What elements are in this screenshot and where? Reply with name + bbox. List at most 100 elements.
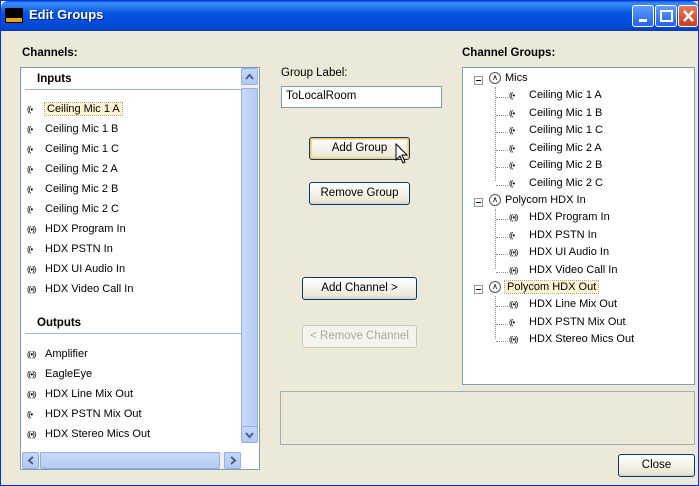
tree-channel-node[interactable]: ((•)) HDX Stereo Mics Out <box>509 333 634 350</box>
chevron-up-icon <box>245 73 254 80</box>
tree-channel-node[interactable]: ((•)) HDX Video Call In <box>509 264 617 281</box>
tree-channel-node[interactable]: ((• HDX PSTN Mix Out <box>509 316 626 333</box>
scroll-down-button[interactable] <box>241 426 258 443</box>
collapse-toggle[interactable] <box>474 285 483 294</box>
collapse-toggle[interactable] <box>474 198 483 207</box>
list-item[interactable]: ((•)) HDX Line Mix Out <box>27 386 136 404</box>
speaker-signal-icon: ((•)) <box>27 370 36 379</box>
tree-group-node[interactable]: ∧ Polycom HDX In <box>489 194 586 211</box>
speaker-signal-icon: ((• <box>509 230 515 240</box>
list-item-label: HDX UI Audio In <box>45 263 126 275</box>
chevron-right-icon <box>230 456 237 465</box>
tree-connector <box>496 306 508 307</box>
speaker-signal-icon: ((• <box>27 205 33 214</box>
list-item[interactable]: ((•)) HDX Video Call In <box>27 281 136 299</box>
tree-channel-label: Ceiling Mic 1 A <box>529 89 602 101</box>
tree-group-node[interactable]: ∧ Polycom HDX Out <box>489 280 600 298</box>
tree-channel-label: Ceiling Mic 1 C <box>529 124 603 136</box>
add-channel-button[interactable]: Add Channel > <box>302 277 417 300</box>
channel-groups-tree[interactable]: ∧ Mics ((• Ceiling Mic 1 A ((• Ceiling Mic 1 … <box>462 67 695 385</box>
speaker-signal-icon: ((• <box>27 165 33 174</box>
channels-horizontal-scrollbar[interactable] <box>22 452 241 469</box>
title-bar[interactable]: Edit Groups <box>1 1 698 31</box>
horizontal-scroll-thumb[interactable] <box>40 452 220 469</box>
tree-channel-node[interactable]: ((• Ceiling Mic 1 A <box>509 89 602 106</box>
edit-groups-window: Edit Groups Channels: Inputs ((• Ceiling … <box>0 0 699 486</box>
tree-channel-node[interactable]: ((•)) HDX Line Mix Out <box>509 298 617 315</box>
list-item[interactable]: ((• HDX PSTN Mix Out <box>27 406 145 424</box>
list-item[interactable]: ((• Ceiling Mic 1 C <box>27 141 122 159</box>
speaker-signal-icon: ((• <box>27 245 33 254</box>
list-item[interactable]: ((•)) HDX UI Audio In <box>27 261 128 279</box>
speaker-signal-icon: ((•)) <box>509 213 518 222</box>
scroll-up-button[interactable] <box>241 68 258 85</box>
list-item[interactable]: ((• Ceiling Mic 1 B <box>27 121 121 139</box>
group-label-input[interactable]: ToLocalRoom <box>281 86 442 108</box>
group-icon: ∧ <box>489 72 501 85</box>
tree-connector <box>496 323 508 325</box>
tree-group-label: Polycom HDX Out <box>503 280 600 294</box>
list-item[interactable]: ((• Ceiling Mic 2 A <box>27 161 121 179</box>
speaker-signal-icon: ((•)) <box>509 248 518 257</box>
close-button[interactable]: Close <box>618 454 695 477</box>
close-window-button[interactable] <box>678 5 698 27</box>
tree-channel-label: Ceiling Mic 2 C <box>529 176 603 189</box>
tree-channel-node[interactable]: ((• Ceiling Mic 2 C <box>509 177 603 194</box>
channels-listbox[interactable]: Inputs ((• Ceiling Mic 1 A ((• Ceiling Mic … <box>20 67 260 470</box>
list-item[interactable]: ((•)) EagleEye <box>27 366 95 384</box>
tree-channel-node[interactable]: ((• Ceiling Mic 1 C <box>509 124 603 141</box>
speaker-signal-icon: ((• <box>509 178 515 188</box>
collapse-toggle[interactable] <box>474 76 483 85</box>
remove-channel-button[interactable]: < Remove Channel <box>302 325 417 348</box>
speaker-signal-icon: ((• <box>509 143 515 153</box>
list-item-label: HDX Line Mix Out <box>45 388 134 400</box>
speaker-signal-icon: ((• <box>27 410 33 419</box>
tree-channel-node[interactable]: ((•)) HDX UI Audio In <box>509 246 609 263</box>
list-item[interactable]: ((•)) Amplifier <box>27 346 91 364</box>
speaker-signal-icon: ((•)) <box>509 335 518 344</box>
tree-channel-label: HDX PSTN In <box>529 228 597 241</box>
list-item[interactable]: ((• Ceiling Mic 2 C <box>27 201 122 219</box>
list-item-label: Ceiling Mic 1 C <box>45 143 119 155</box>
speaker-signal-icon: ((• <box>27 145 33 154</box>
tree-connector <box>496 114 508 116</box>
maximize-button[interactable] <box>655 5 677 27</box>
list-item[interactable]: ((• Ceiling Mic 2 B <box>27 181 121 199</box>
chevron-down-icon <box>245 432 254 439</box>
tree-channel-node[interactable]: ((• HDX PSTN In <box>509 229 597 246</box>
tree-channel-node[interactable]: ((•)) HDX Program In <box>509 211 610 228</box>
speaker-signal-icon: ((•)) <box>509 300 518 309</box>
tree-channel-node[interactable]: ((• Ceiling Mic 1 B <box>509 107 602 124</box>
scroll-thumb[interactable] <box>241 88 258 440</box>
channels-vertical-scrollbar[interactable] <box>241 68 258 443</box>
list-item[interactable]: ((• Ceiling Mic 1 A <box>27 101 125 119</box>
list-item[interactable]: ((•)) HDX Program In <box>27 221 129 239</box>
speaker-signal-icon: ((•)) <box>27 350 36 359</box>
speaker-signal-icon: ((•)) <box>27 430 36 439</box>
minimize-icon <box>639 19 647 22</box>
tree-channel-node[interactable]: ((• Ceiling Mic 2 B <box>509 159 602 176</box>
speaker-signal-icon: ((•)) <box>27 285 36 294</box>
speaker-signal-icon: ((• <box>27 185 33 194</box>
remove-group-button[interactable]: Remove Group <box>309 182 410 205</box>
list-item-label: HDX PSTN In <box>45 243 113 255</box>
tree-group-label: Mics <box>505 72 528 84</box>
tree-connector <box>496 97 508 98</box>
scroll-right-button[interactable] <box>224 452 241 469</box>
list-item-label: HDX PSTN Mix Out <box>45 408 142 420</box>
tree-group-label: Polycom HDX In <box>505 194 586 206</box>
inputs-header: Inputs <box>25 70 241 90</box>
channels-label: Channels: <box>22 47 78 59</box>
list-item-label: Ceiling Mic 1 A <box>44 102 123 116</box>
list-item[interactable]: ((• HDX PSTN In <box>27 241 116 259</box>
chevron-left-icon <box>27 456 34 465</box>
list-item[interactable]: ((•)) HDX Stereo Mics Out <box>27 426 153 444</box>
speaker-signal-icon: ((• <box>509 317 515 327</box>
channel-groups-label: Channel Groups: <box>462 47 556 59</box>
tree-channel-node[interactable]: ((• Ceiling Mic 2 A <box>509 142 602 159</box>
tree-channel-label: HDX Stereo Mics Out <box>529 333 635 345</box>
scroll-left-button[interactable] <box>22 452 39 469</box>
minimize-button[interactable] <box>632 5 654 27</box>
speaker-signal-icon: ((•)) <box>27 265 36 274</box>
tree-channel-label: Ceiling Mic 1 B <box>529 106 603 119</box>
